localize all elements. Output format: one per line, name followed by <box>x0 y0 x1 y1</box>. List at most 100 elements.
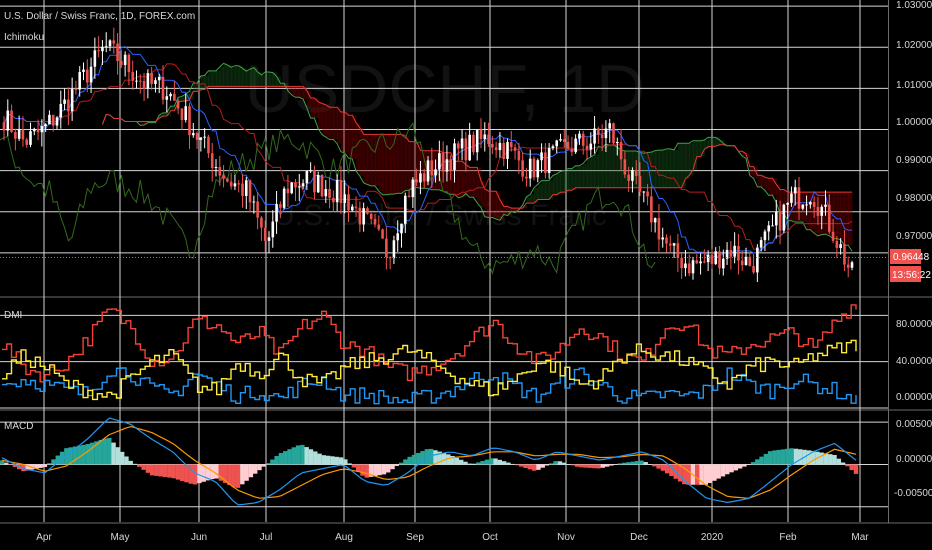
cloud-segment <box>511 208 516 212</box>
cloud-segment <box>848 192 853 246</box>
candle-body <box>540 152 543 161</box>
candle-body <box>154 80 157 85</box>
macd-histogram-bar <box>557 461 563 465</box>
candle-body <box>316 174 320 193</box>
macd-histogram-bar <box>274 456 279 465</box>
cloud-segment <box>575 165 580 188</box>
symbol-title[interactable]: U.S. Dollar / Swiss Franc, 1D, FOREX.com <box>4 11 195 22</box>
macd-histogram-bar <box>493 458 498 465</box>
cloud-segment <box>598 146 603 188</box>
candle-body <box>233 183 237 187</box>
candle-body <box>816 206 820 216</box>
candle-body <box>101 47 104 52</box>
candle-body <box>350 206 354 211</box>
cloud-segment <box>378 134 384 192</box>
price-tick: 0.98000 <box>896 193 932 204</box>
macd-histogram-bar <box>840 462 846 465</box>
macd-histogram-bar <box>394 464 400 466</box>
candle-body <box>237 183 241 185</box>
candle-body <box>574 138 577 153</box>
candle-body <box>165 96 169 100</box>
macd-histogram-bar <box>600 464 606 468</box>
cloud-segment <box>250 69 255 87</box>
cloud-segment <box>246 71 251 87</box>
candle-body <box>615 141 619 144</box>
candle-body <box>544 152 547 173</box>
candle-body <box>286 188 290 194</box>
macd-histogram-bar <box>703 464 708 485</box>
macd-histogram-bar <box>98 439 103 465</box>
cloud-segment <box>287 86 293 91</box>
cloud-segment <box>269 72 274 87</box>
candle-body <box>460 138 464 149</box>
candle-body <box>229 181 233 187</box>
cloud-segment <box>605 144 611 188</box>
macd-histogram-bar <box>411 454 417 465</box>
candle-body <box>763 231 767 241</box>
macd-histogram-bar <box>38 464 43 468</box>
candle-body <box>434 169 437 176</box>
cloud-segment <box>681 143 686 188</box>
candle-body <box>612 123 615 144</box>
macd-histogram-bar <box>248 464 254 478</box>
candle-body <box>48 114 51 125</box>
time-label: Apr <box>36 532 52 543</box>
macd-histogram-bar <box>313 451 318 465</box>
candle-body <box>475 129 479 153</box>
cloud-segment <box>325 104 331 138</box>
macd-histogram-bar <box>523 464 528 468</box>
candle-body <box>2 122 6 131</box>
candle-body <box>256 201 259 218</box>
cloud-segment <box>658 150 664 188</box>
macd-histogram-bar <box>767 451 773 465</box>
macd-histogram-bar <box>240 464 245 485</box>
macd-histogram-bar <box>355 464 361 472</box>
candle-body <box>555 140 559 147</box>
candle-body <box>593 128 596 144</box>
macd-histogram-bar <box>42 464 48 467</box>
macd-histogram-bar <box>145 464 151 473</box>
candle-body <box>70 89 74 112</box>
candle-body <box>604 128 608 139</box>
candle-body <box>737 245 740 261</box>
macd-histogram-bar <box>789 448 794 465</box>
macd-histogram-bar <box>158 464 163 477</box>
candle-body <box>82 69 85 72</box>
macd-histogram-bar <box>115 447 121 465</box>
dmi-label[interactable]: DMI <box>4 310 22 321</box>
candle-body <box>449 159 453 171</box>
macd-histogram-bar <box>334 456 339 465</box>
cloud-segment <box>670 148 675 188</box>
ichimoku-label[interactable]: Ichimoku <box>4 32 44 43</box>
candle-body <box>150 73 153 85</box>
candle-body <box>536 160 540 178</box>
candle-body <box>684 263 687 269</box>
macd-histogram-bar <box>343 459 348 465</box>
candle-body <box>161 77 165 100</box>
candle-body <box>400 223 403 234</box>
chart-svg[interactable]: USDCHF, 1D U.S. Dollar / Swiss Franc 1.0… <box>0 0 932 550</box>
candle-body <box>275 204 278 222</box>
macd-histogram-bar <box>47 463 52 465</box>
candle-body <box>97 50 100 52</box>
candle-body <box>335 179 339 203</box>
time-label: Sep <box>406 532 424 543</box>
candle-body <box>112 40 116 44</box>
candle-body <box>506 142 509 159</box>
macd-label[interactable]: MACD <box>4 421 33 432</box>
macd-histogram-bar <box>720 464 726 477</box>
macd-tick: 0.00000 <box>896 454 932 465</box>
candle-body <box>498 142 502 151</box>
macd-histogram-bar <box>278 453 284 465</box>
candle-body <box>774 211 778 226</box>
cloud-segment <box>356 122 361 172</box>
candle-body <box>846 264 850 268</box>
cloud-segment <box>386 134 391 195</box>
macd-histogram-bar <box>510 463 515 465</box>
macd-histogram-bar <box>471 463 477 465</box>
candle-body <box>600 134 604 139</box>
chart-root: USDCHF, 1D U.S. Dollar / Swiss Franc 1.0… <box>0 0 932 550</box>
macd-histogram-bar <box>746 464 751 465</box>
candle-body <box>472 134 475 153</box>
candle-body <box>597 128 600 135</box>
